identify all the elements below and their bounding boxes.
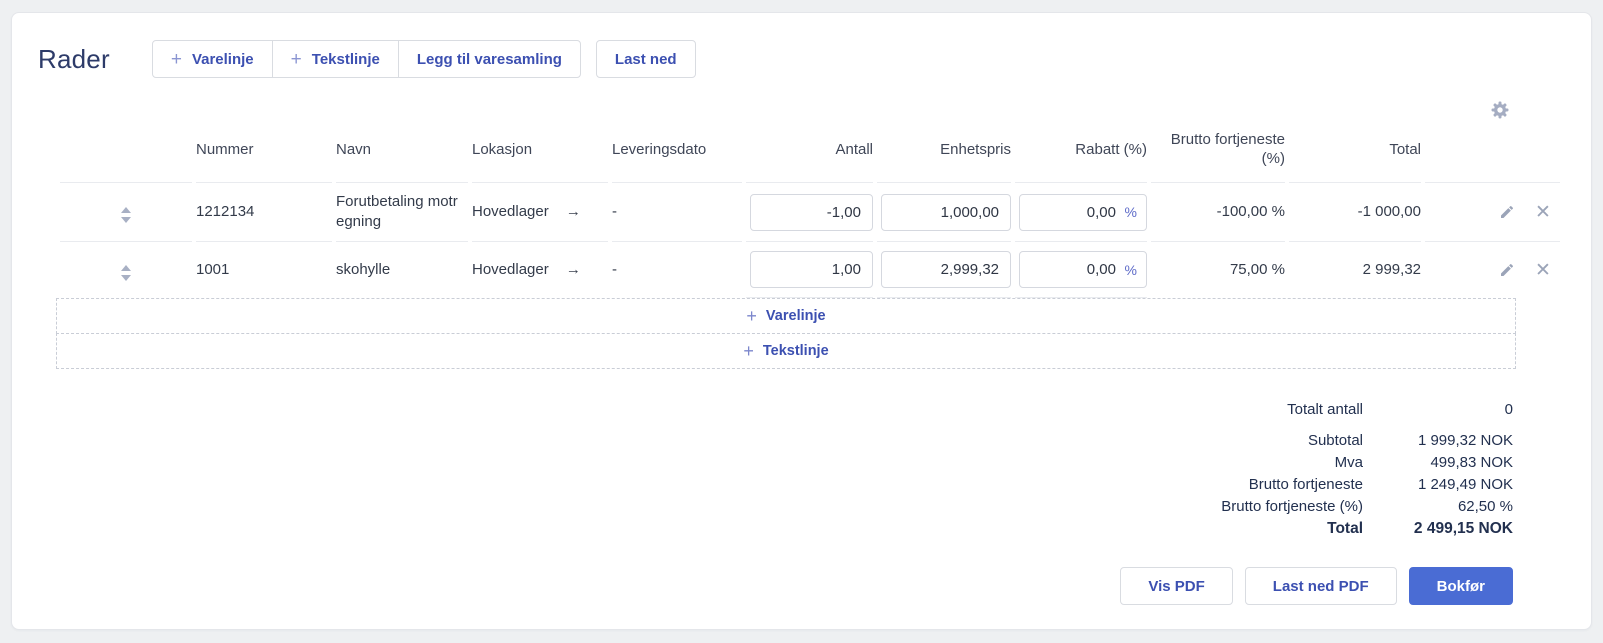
enhetspris-input[interactable] xyxy=(881,251,1011,288)
add-varelinje-label: Varelinje xyxy=(191,50,254,68)
plus-icon: + xyxy=(290,48,302,70)
totals-value: 1 249,49 NOK xyxy=(1417,476,1513,493)
add-tekstlinje-button[interactable]: + Tekstlinje xyxy=(271,40,399,78)
column-header-brutto-fortjeneste: Brutto fortjeneste (%) xyxy=(1170,131,1285,167)
rader-card: Rader + Varelinje + Tekstlinje Legg til … xyxy=(11,12,1592,630)
cell-nummer: 1001 xyxy=(196,241,332,298)
enhetspris-input[interactable] xyxy=(881,193,1011,231)
add-tekstlinje-row[interactable]: + Tekstlinje xyxy=(56,333,1516,369)
column-header-lokasjon: Lokasjon xyxy=(472,140,533,158)
add-varelinje-button[interactable]: + Varelinje xyxy=(151,40,273,78)
lines-table: Nummer Navn Lokasjon Leveringsdato Antal… xyxy=(56,122,1564,298)
column-header-drag xyxy=(60,122,192,182)
table-settings-row xyxy=(38,98,1511,122)
last-ned-pdf-label: Last ned PDF xyxy=(1272,577,1369,595)
drag-handle-icon[interactable] xyxy=(117,205,135,225)
delete-icon[interactable]: ✕ xyxy=(1532,259,1554,281)
table-header-row: Nummer Navn Lokasjon Leveringsdato Antal… xyxy=(60,122,1560,182)
plus-icon: + xyxy=(743,341,754,361)
totals-row-mva: Mva 499,83 NOK xyxy=(1335,452,1513,474)
cell-total: -1 000,00 xyxy=(1289,182,1421,241)
cell-brutto-fortjeneste: 75,00 % xyxy=(1151,241,1285,298)
cell-brutto-fortjeneste: -100,00 % xyxy=(1151,182,1285,241)
totals-label: Total xyxy=(1327,520,1363,537)
add-varelinje-row[interactable]: + Varelinje xyxy=(56,298,1516,334)
add-varesamling-button[interactable]: Legg til varesamling xyxy=(397,40,581,78)
totals-value: 2 499,15 NOK xyxy=(1413,520,1513,537)
totals-row-brutto-fortjeneste: Brutto fortjeneste 1 249,49 NOK xyxy=(1249,474,1513,496)
bokfor-button[interactable]: Bokfør xyxy=(1408,567,1513,605)
totals-row-subtotal: Subtotal 1 999,32 NOK xyxy=(1308,430,1513,452)
drag-handle-icon[interactable] xyxy=(117,263,135,283)
plus-icon: + xyxy=(170,48,182,70)
rabatt-input[interactable] xyxy=(1019,251,1147,288)
totals-label: Mva xyxy=(1334,454,1363,471)
plus-icon: + xyxy=(746,306,757,326)
column-header-total: Total xyxy=(1389,140,1421,158)
download-label: Last ned xyxy=(614,50,677,68)
bokfor-label: Bokfør xyxy=(1436,577,1485,595)
totals-value: 62,50 % xyxy=(1457,498,1513,515)
edit-icon[interactable] xyxy=(1496,259,1518,281)
arrow-right-icon: → xyxy=(565,203,581,220)
line-actions-group: + Varelinje + Tekstlinje Legg til varesa… xyxy=(151,40,581,78)
table-row: 1001 skohylle Hovedlager → - 1,00 2,999,… xyxy=(60,241,1560,298)
cell-navn: Forutbetaling motregning xyxy=(336,182,468,241)
totals-row-totalt-antall: Totalt antall 0 xyxy=(1287,399,1513,421)
footer-actions: Vis PDF Last ned PDF Bokfør xyxy=(38,567,1513,605)
lokasjon-value: Hovedlager xyxy=(472,261,549,278)
column-header-actions xyxy=(1425,122,1560,182)
cell-lokasjon[interactable]: Hovedlager → xyxy=(472,182,608,241)
cell-leveringsdato: - xyxy=(612,182,742,241)
totals-label: Totalt antall xyxy=(1287,401,1363,418)
column-header-leveringsdato: Leveringsdato xyxy=(612,140,707,158)
cell-total: 2 999,32 xyxy=(1289,241,1421,298)
delete-icon[interactable]: ✕ xyxy=(1532,201,1554,223)
totals-section: Totalt antall 0 Subtotal 1 999,32 NOK Mv… xyxy=(38,399,1513,540)
totals-value: 1 999,32 NOK xyxy=(1417,432,1513,449)
download-button[interactable]: Last ned xyxy=(595,40,696,78)
table-row: 1212134 Forutbetaling motregning Hovedla… xyxy=(60,182,1560,241)
totals-label: Brutto fortjeneste (%) xyxy=(1221,498,1363,515)
totals-row-total: Total 2 499,15 NOK xyxy=(1327,518,1513,540)
toolbar: Rader + Varelinje + Tekstlinje Legg til … xyxy=(38,40,1513,78)
add-tekstlinje-row-label: Tekstlinje xyxy=(762,343,829,359)
antall-input[interactable] xyxy=(750,193,873,231)
last-ned-pdf-button[interactable]: Last ned PDF xyxy=(1244,567,1397,605)
rabatt-input[interactable] xyxy=(1019,193,1147,231)
gear-icon[interactable] xyxy=(1489,99,1511,121)
totals-value: 499,83 NOK xyxy=(1430,454,1513,471)
page-title: Rader xyxy=(38,43,110,74)
totals-label: Brutto fortjeneste xyxy=(1248,476,1363,493)
vis-pdf-button[interactable]: Vis PDF xyxy=(1120,567,1233,605)
cell-leveringsdato: - xyxy=(612,241,742,298)
antall-input[interactable] xyxy=(750,251,873,288)
column-header-navn: Navn xyxy=(336,140,372,158)
vis-pdf-label: Vis PDF xyxy=(1148,577,1205,595)
totals-label: Subtotal xyxy=(1307,432,1363,449)
add-tekstlinje-label: Tekstlinje xyxy=(311,50,380,68)
edit-icon[interactable] xyxy=(1496,201,1518,223)
add-varesamling-label: Legg til varesamling xyxy=(416,50,562,68)
cell-nummer: 1212134 xyxy=(196,182,332,241)
totals-row-brutto-fortjeneste-pct: Brutto fortjeneste (%) 62,50 % xyxy=(1221,496,1513,518)
column-header-rabatt: Rabatt (%) xyxy=(1075,140,1147,158)
column-header-antall: Antall xyxy=(835,140,873,158)
column-header-enhetspris: Enhetspris xyxy=(940,140,1011,158)
totals-value: 0 xyxy=(1504,401,1513,418)
cell-navn: skohylle xyxy=(336,241,468,298)
column-header-nummer: Nummer xyxy=(196,140,254,158)
lines-table-wrap: Nummer Navn Lokasjon Leveringsdato Antal… xyxy=(56,122,1560,298)
add-varelinje-row-label: Varelinje xyxy=(765,308,826,324)
cell-lokasjon[interactable]: Hovedlager → xyxy=(472,241,608,298)
lokasjon-value: Hovedlager xyxy=(472,203,549,220)
arrow-right-icon: → xyxy=(565,261,581,278)
